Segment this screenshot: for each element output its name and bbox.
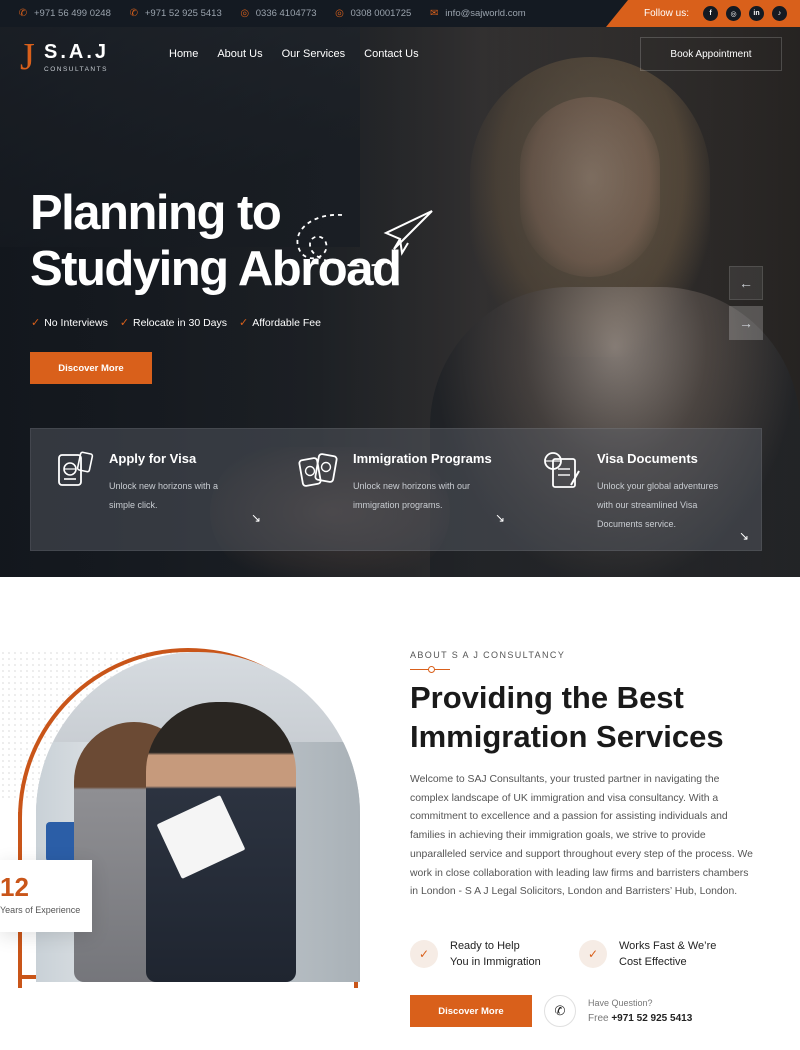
hero-feature-label: Affordable Fee — [252, 316, 321, 329]
about-feature-line: Cost Effective — [619, 956, 687, 968]
about-feature-ready: ✓ Ready to Help You in Immigration — [410, 938, 541, 970]
checkmark-icon: ✓ — [410, 940, 438, 968]
whatsapp-icon: ◎ — [240, 8, 250, 19]
hero-feature-label: No Interviews — [44, 316, 108, 329]
visa-documents-icon — [544, 452, 580, 488]
checkmark-icon: ✓ — [239, 317, 249, 329]
top-bar: ✆ +971 56 499 0248 ✆ +971 52 925 5413 ◎ … — [0, 0, 800, 27]
arrow-down-right-icon[interactable]: ↘ — [251, 511, 261, 525]
service-card-visa-documents[interactable]: Visa Documents Unlock your global advent… — [519, 429, 749, 552]
checkmark-icon: ✓ — [579, 940, 607, 968]
about-title: Providing the Best Immigration Services — [410, 678, 790, 756]
tiktok-icon[interactable]: ♪ — [772, 6, 788, 21]
phone-call-button[interactable]: ✆ — [544, 995, 576, 1027]
about-feature-text: Ready to Help You in Immigration — [450, 938, 541, 970]
arrow-right-icon: → — [739, 315, 753, 331]
service-cards: Apply for Visa Unlock new horizons with … — [30, 428, 762, 551]
nav-our-services[interactable]: Our Services — [282, 48, 346, 60]
nav-contact-us[interactable]: Contact Us — [364, 48, 418, 60]
contact-whatsapp-2[interactable]: ◎ 0308 0001725 — [335, 8, 412, 19]
passports-icon — [298, 453, 338, 487]
experience-badge: 12 Years of Experience — [0, 860, 92, 932]
nav-home[interactable]: Home — [169, 48, 198, 60]
about-title-line: Immigration Services — [410, 719, 724, 754]
hero-section: J S.A.J CONSULTANTS Home About Us Our Se… — [0, 27, 800, 577]
contact-list: ✆ +971 56 499 0248 ✆ +971 52 925 5413 ◎ … — [0, 0, 526, 27]
service-card-title: Immigration Programs — [353, 451, 492, 466]
hero-feature: ✓ Relocate in 30 Days — [119, 316, 228, 330]
about-feature-line: Works Fast & We’re — [619, 940, 717, 952]
arrow-down-right-icon[interactable]: ↘ — [495, 511, 505, 525]
have-question-label: Have Question? — [588, 998, 653, 1008]
nav-about-us[interactable]: About Us — [217, 48, 262, 60]
main-nav: Home About Us Our Services Contact Us — [169, 48, 438, 60]
arrow-down-right-icon[interactable]: ↘ — [739, 529, 749, 543]
checkmark-icon: ✓ — [119, 317, 130, 329]
about-discover-button[interactable]: Discover More — [410, 995, 532, 1027]
about-feature-text: Works Fast & We’re Cost Effective — [619, 938, 716, 970]
about-title-line: Providing the Best — [410, 680, 684, 715]
logo-subtitle: CONSULTANTS — [44, 65, 108, 73]
hero-features: ✓ No Interviews ✓ Relocate in 30 Days ✓ … — [31, 316, 333, 330]
mail-icon: ✉ — [430, 8, 439, 19]
phone-icon: ✆ — [554, 1003, 566, 1018]
phone-icon: ✆ — [18, 8, 28, 19]
hero-feature-label: Relocate in 30 Days — [133, 316, 228, 329]
experience-number: 12 — [0, 872, 29, 902]
contact-text: +971 52 925 5413 — [144, 8, 222, 19]
slider-prev-button[interactable]: ← — [729, 266, 763, 300]
checkmark-icon: ✓ — [31, 317, 41, 329]
follow-us-label: Follow us: — [644, 8, 690, 19]
about-body-text: Welcome to SAJ Consultants, your trusted… — [410, 774, 753, 898]
phone-icon: ✆ — [129, 8, 139, 19]
follow-us-bar: Follow us: f ◎ in ♪ — [606, 0, 800, 27]
service-card-title: Visa Documents — [597, 451, 698, 466]
whatsapp-icon: ◎ — [335, 8, 344, 19]
logo-text: S.A.J CONSULTANTS — [44, 42, 109, 73]
contact-phone-1[interactable]: ✆ +971 56 499 0248 — [18, 8, 111, 19]
free-phone-line[interactable]: Free +971 52 925 5413 — [588, 1013, 692, 1024]
hero-feature: ✓ Affordable Fee — [239, 316, 321, 330]
experience-label: Years of Experience — [0, 905, 81, 915]
passport-icon — [58, 451, 94, 486]
contact-text: 0308 0001725 — [350, 8, 412, 19]
about-eyebrow: ABOUT S A J CONSULTANCY — [410, 650, 566, 660]
about-photo — [36, 652, 360, 982]
hero-discover-button[interactable]: Discover More — [30, 352, 152, 384]
logo-title: S.A.J — [44, 40, 110, 63]
phone-number[interactable]: +971 52 925 5413 — [611, 1013, 692, 1024]
contact-text: +971 56 499 0248 — [34, 8, 111, 19]
contact-email[interactable]: ✉ info@sajworld.com — [429, 8, 526, 19]
paper-plane-icon — [296, 210, 433, 267]
slider-next-button[interactable]: → — [729, 306, 763, 340]
eyebrow-dot — [428, 666, 435, 673]
about-feature-fast: ✓ Works Fast & We’re Cost Effective — [579, 938, 716, 970]
service-card-title: Apply for Visa — [109, 451, 197, 466]
linkedin-icon[interactable]: in — [749, 6, 765, 21]
arrow-left-icon: ← — [739, 275, 753, 291]
contact-phone-2[interactable]: ✆ +971 52 925 5413 — [129, 8, 222, 19]
hero-feature: ✓ No Interviews — [31, 316, 108, 330]
contact-text: info@sajworld.com — [445, 8, 526, 19]
facebook-icon[interactable]: f — [703, 6, 719, 21]
notch-decoration — [606, 0, 628, 27]
site-logo[interactable]: J S.A.J CONSULTANTS — [20, 37, 130, 77]
service-card-desc: Unlock your global adventures with our s… — [597, 481, 719, 529]
service-card-desc: Unlock new horizons with our immigration… — [353, 481, 471, 510]
logo-mark: J — [20, 36, 35, 78]
about-feature-line: You in Immigration — [450, 956, 541, 968]
contact-text: 0336 4104773 — [255, 8, 317, 19]
instagram-icon[interactable]: ◎ — [726, 6, 742, 21]
service-card-apply-visa[interactable]: Apply for Visa Unlock new horizons with … — [31, 429, 261, 552]
service-card-immigration-programs[interactable]: Immigration Programs Unlock new horizons… — [275, 429, 505, 552]
contact-whatsapp-1[interactable]: ◎ 0336 4104773 — [240, 8, 317, 19]
service-card-desc: Unlock new horizons with a simple click. — [109, 481, 219, 510]
free-label: Free — [588, 1013, 609, 1024]
book-appointment-button[interactable]: Book Appointment — [640, 37, 782, 71]
about-feature-line: Ready to Help — [450, 940, 520, 952]
